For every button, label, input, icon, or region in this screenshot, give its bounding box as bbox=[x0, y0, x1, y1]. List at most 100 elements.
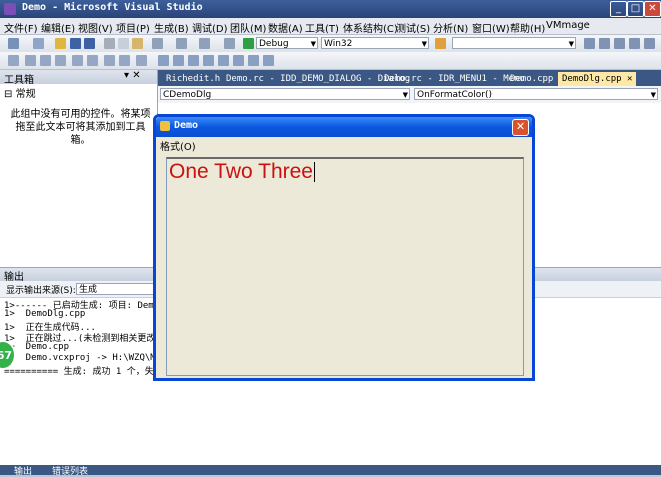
pin-icon[interactable]: ▾ ✕ bbox=[124, 70, 141, 81]
align-icon[interactable] bbox=[25, 55, 36, 66]
platform-value: Win32 bbox=[324, 39, 353, 49]
minimize-icon[interactable]: _ bbox=[610, 1, 627, 17]
close-tab-icon[interactable]: ✕ bbox=[627, 74, 632, 84]
menu-window[interactable]: 窗口(W) bbox=[472, 20, 510, 35]
chevron-down-icon: ▼ bbox=[310, 40, 316, 48]
bookmark-icon[interactable] bbox=[136, 55, 147, 66]
menu-project[interactable]: 项目(P) bbox=[116, 20, 150, 35]
start-debugging-icon[interactable] bbox=[243, 38, 254, 49]
navigate-forward-icon[interactable] bbox=[224, 38, 235, 49]
output-line: ========== 生成: 成功 1 个，失败 0 bbox=[4, 367, 174, 377]
center-icon[interactable] bbox=[40, 55, 51, 66]
output-source-value: 生成 bbox=[79, 285, 98, 295]
rich-edit-control[interactable]: One Two Three bbox=[166, 157, 524, 376]
rich-edit-text: One Two Three bbox=[169, 160, 315, 184]
document-tabs: Richedit.h Demo.rc - IDD_DEMO_DIALOG - D… bbox=[158, 70, 661, 86]
standard-toolbar: Debug ▼ Win32 ▼ ▼ bbox=[0, 35, 661, 53]
test-dialog-icon[interactable] bbox=[203, 55, 214, 66]
menu-vmmage[interactable]: VMmage bbox=[546, 20, 590, 31]
text-caret bbox=[313, 162, 315, 183]
menu-view[interactable]: 视图(V) bbox=[78, 20, 113, 35]
menu-build[interactable]: 生成(B) bbox=[154, 20, 189, 35]
status-tab-error-list[interactable]: 错误列表 bbox=[52, 464, 88, 477]
code-navigation-bar: CDemoDlg ▼ OnFormatColor() ▼ bbox=[158, 86, 661, 104]
menu-tools[interactable]: 工具(T) bbox=[305, 20, 339, 35]
chevron-down-icon: ▼ bbox=[402, 91, 408, 99]
vs-title-bar: Demo - Microsoft Visual Studio _ □ ✕ bbox=[0, 0, 661, 18]
comment-icon[interactable] bbox=[104, 55, 115, 66]
collapse-icon[interactable]: ⊟ bbox=[4, 89, 12, 100]
close-icon[interactable]: ✕ bbox=[644, 1, 661, 17]
menu-team[interactable]: 团队(M) bbox=[230, 20, 266, 35]
indent-icon[interactable] bbox=[72, 55, 83, 66]
menu-debug[interactable]: 调试(D) bbox=[192, 20, 228, 35]
chevron-down-icon: ▼ bbox=[421, 40, 427, 48]
maximize-icon[interactable]: □ bbox=[627, 1, 644, 17]
menu-bar: 文件(F) 编辑(E) 视图(V) 项目(P) 生成(B) 调试(D) 团队(M… bbox=[0, 18, 661, 35]
open-folder-icon[interactable] bbox=[55, 38, 66, 49]
menu-file[interactable]: 文件(F) bbox=[4, 20, 38, 35]
navigate-back-icon[interactable] bbox=[199, 38, 210, 49]
toolbox-panel: 工具箱 ▾ ✕ ⊟ 常规 此组中没有可用的控件。将某项拖至此文本可将其添加到工具… bbox=[0, 70, 158, 267]
menu-architecture[interactable]: 体系结构(C) bbox=[343, 20, 398, 35]
tab-demo-cpp[interactable]: Demo.cpp bbox=[506, 72, 557, 86]
dialog-title: Demo bbox=[174, 120, 199, 131]
tab-order-icon[interactable] bbox=[173, 55, 184, 66]
rich-edit-content: One Two Three bbox=[169, 160, 313, 183]
configuration-value: Debug bbox=[259, 39, 289, 49]
save-all-icon[interactable] bbox=[84, 38, 95, 49]
space-across-icon[interactable] bbox=[248, 55, 259, 66]
chevron-down-icon: ▼ bbox=[650, 91, 656, 99]
object-browser-icon[interactable] bbox=[629, 38, 640, 49]
menu-format[interactable]: 格式(O) bbox=[160, 138, 196, 153]
status-tab-output[interactable]: 输出 bbox=[14, 464, 32, 477]
find-icon[interactable] bbox=[435, 38, 446, 49]
dialog-editor-icon[interactable] bbox=[8, 55, 19, 66]
space-down-icon[interactable] bbox=[263, 55, 274, 66]
dialog-menu-bar: 格式(O) bbox=[156, 137, 532, 153]
output-source-combo[interactable]: 生成 bbox=[76, 283, 156, 295]
toolbox-section[interactable]: ⊟ 常规 bbox=[4, 85, 36, 100]
platform-combo[interactable]: Win32 ▼ bbox=[321, 37, 429, 49]
menu-analyze[interactable]: 分析(N) bbox=[433, 20, 468, 35]
close-icon[interactable]: ✕ bbox=[512, 119, 529, 136]
mfc-app-icon bbox=[160, 121, 170, 131]
layout-icon[interactable] bbox=[158, 55, 169, 66]
toolbox-section-label: 常规 bbox=[15, 89, 36, 100]
menu-test[interactable]: 测试(S) bbox=[396, 20, 430, 35]
member-combo-value: OnFormatColor() bbox=[417, 90, 493, 100]
toolbox-header: 工具箱 ▾ ✕ bbox=[0, 70, 157, 86]
cut-icon[interactable] bbox=[104, 38, 115, 49]
class-combo[interactable]: CDemoDlg ▼ bbox=[160, 88, 410, 100]
paste-icon[interactable] bbox=[132, 38, 143, 49]
output-source-label: 显示输出来源(S): bbox=[6, 286, 76, 296]
menu-edit[interactable]: 编辑(E) bbox=[41, 20, 75, 35]
demo-dialog: Demo ✕ 格式(O) One Two Three bbox=[153, 114, 535, 381]
properties-icon[interactable] bbox=[614, 38, 625, 49]
undo-icon[interactable] bbox=[152, 38, 163, 49]
size-icon[interactable] bbox=[55, 55, 66, 66]
class-combo-value: CDemoDlg bbox=[163, 90, 212, 100]
grid-icon[interactable] bbox=[218, 55, 229, 66]
menu-help[interactable]: 帮助(H) bbox=[510, 20, 545, 35]
member-combo[interactable]: OnFormatColor() ▼ bbox=[414, 88, 658, 100]
menu-data[interactable]: 数据(A) bbox=[268, 20, 303, 35]
redo-icon[interactable] bbox=[176, 38, 187, 49]
guides-icon[interactable] bbox=[188, 55, 199, 66]
solution-explorer-icon[interactable] bbox=[599, 38, 610, 49]
configuration-combo[interactable]: Debug ▼ bbox=[256, 37, 318, 49]
tab-richedit-h[interactable]: Richedit.h bbox=[162, 72, 224, 86]
outdent-icon[interactable] bbox=[87, 55, 98, 66]
find-combo[interactable]: ▼ bbox=[452, 37, 576, 49]
tab-demodlg-cpp[interactable]: DemoDlg.cpp ✕ bbox=[558, 72, 637, 86]
find-in-files-icon[interactable] bbox=[584, 38, 595, 49]
new-project-icon[interactable] bbox=[8, 38, 19, 49]
save-icon[interactable] bbox=[70, 38, 81, 49]
dialog-title-bar[interactable]: Demo ✕ bbox=[156, 117, 532, 137]
toolbox-icon[interactable] bbox=[644, 38, 655, 49]
window-title: Demo - Microsoft Visual Studio bbox=[22, 2, 203, 13]
uncomment-icon[interactable] bbox=[119, 55, 130, 66]
make-same-size-icon[interactable] bbox=[233, 55, 244, 66]
copy-icon[interactable] bbox=[118, 38, 129, 49]
add-item-icon[interactable] bbox=[33, 38, 44, 49]
